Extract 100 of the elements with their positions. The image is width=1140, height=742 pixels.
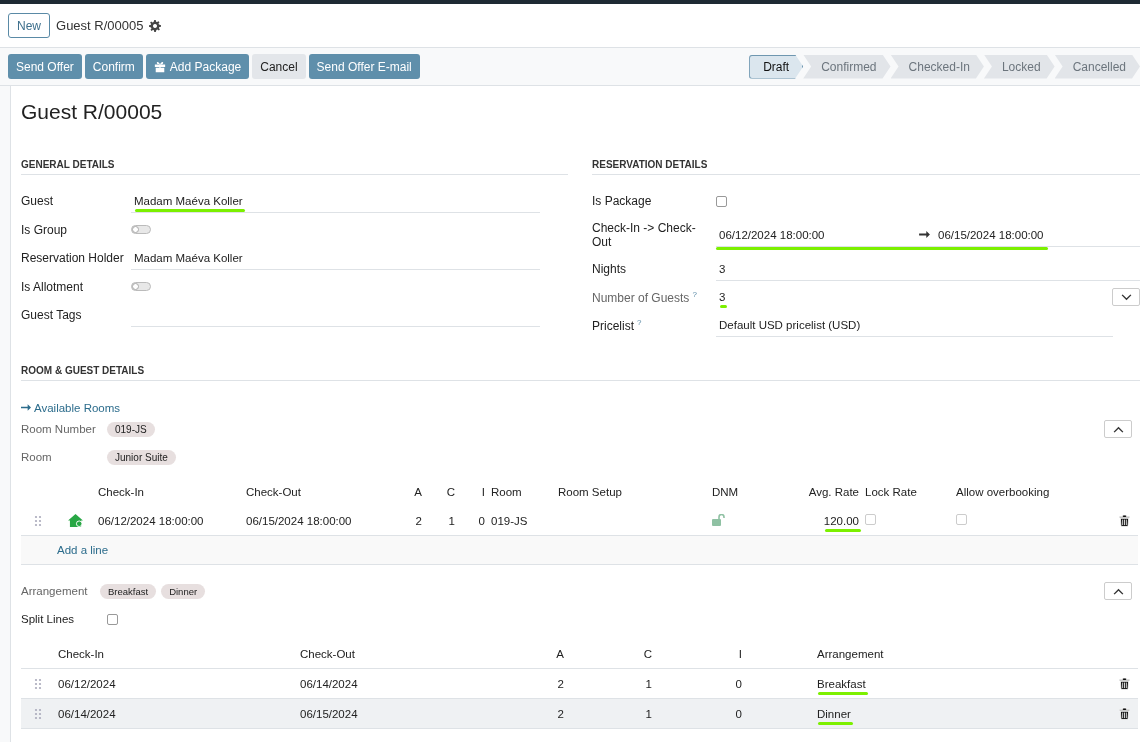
- table-cell-text: 0: [734, 707, 743, 720]
- toggle-switch[interactable]: [131, 225, 151, 235]
- record-title: Guest R/00005: [21, 99, 164, 125]
- table-cell-text: 019-JS: [490, 514, 529, 527]
- status-step[interactable]: Locked: [983, 54, 1055, 79]
- tag: Breakfast: [100, 583, 157, 599]
- gift-icon: [153, 60, 166, 73]
- column-header: Allow overbooking: [955, 485, 1051, 498]
- table-cell: Breakfast: [817, 677, 866, 690]
- column-header: DNM: [711, 485, 740, 498]
- table-cell: 120.00: [823, 514, 859, 527]
- field-label: Is Group: [21, 222, 69, 237]
- table-cell-text: 1: [644, 707, 653, 720]
- field-label: Room: [21, 451, 53, 463]
- table-cell-text: 06/15/2024 18:00:00: [245, 514, 353, 527]
- status-step[interactable]: Draft: [749, 54, 804, 79]
- field-label: Check-In -> Check-Out: [592, 221, 697, 249]
- chevron-up-icon: [1112, 587, 1124, 595]
- tag: Dinner: [161, 583, 206, 599]
- trash-icon[interactable]: [1118, 514, 1130, 527]
- column-header: Check-In: [97, 485, 146, 498]
- table-cell-text: 1: [644, 677, 653, 690]
- field-label: Guest Tags: [21, 308, 83, 323]
- column-header: Room Setup: [557, 485, 623, 498]
- field-label: Guest: [21, 194, 54, 209]
- table-cell-text: 2: [414, 514, 423, 527]
- tag: 019-JS: [107, 421, 155, 437]
- arrow-right-icon: [919, 230, 930, 239]
- field-label: Arrangement: [21, 585, 89, 597]
- text-field[interactable]: Default USD pricelist (USD): [716, 313, 1113, 337]
- checkbox[interactable]: [865, 514, 876, 525]
- column-header: I: [480, 485, 486, 498]
- tag: Junior Suite: [107, 449, 176, 465]
- settings-icon[interactable]: [149, 19, 162, 32]
- action-button[interactable]: Send Offer E-mail: [308, 54, 420, 79]
- checkbox[interactable]: [716, 195, 727, 207]
- column-header: A: [413, 485, 423, 498]
- collapse-button[interactable]: [1104, 420, 1132, 438]
- unlock-icon[interactable]: [712, 513, 726, 526]
- field-label: Split Lines: [21, 613, 76, 625]
- chevron-up-icon: [1112, 425, 1124, 433]
- action-button[interactable]: Cancel: [252, 54, 306, 79]
- action-button[interactable]: Send Offer: [8, 54, 82, 79]
- new-button[interactable]: New: [8, 13, 50, 38]
- column-header: Check-In: [57, 647, 106, 660]
- status-step[interactable]: Cancelled: [1054, 54, 1140, 79]
- section-heading: RESERVATION DETAILS: [592, 159, 1140, 175]
- table-cell-text: 1: [447, 514, 456, 527]
- drag-handle-icon[interactable]: [34, 677, 42, 690]
- status-step[interactable]: Confirmed: [803, 54, 891, 79]
- drag-handle-icon[interactable]: [34, 707, 42, 720]
- table-cell: Dinner: [817, 707, 851, 720]
- column-header: Room: [490, 485, 523, 498]
- field-label: Is Allotment: [21, 279, 85, 294]
- column-header: Check-Out: [299, 647, 356, 660]
- table-cell-text: 2: [556, 707, 565, 720]
- field-label: Room Number: [21, 423, 97, 435]
- table-cell-text: 0: [734, 677, 743, 690]
- toggle-switch[interactable]: [131, 282, 151, 292]
- house-icon: [67, 514, 83, 527]
- checkbox[interactable]: [956, 514, 967, 525]
- field-label: Nights: [592, 262, 627, 276]
- select-field[interactable]: 3: [716, 286, 1104, 308]
- date-field[interactable]: 06/12/2024 18:00:00: [719, 228, 919, 241]
- field-label: Is Package: [592, 194, 653, 208]
- table-cell-text: 0: [477, 514, 486, 527]
- table-cell-text: 06/12/2024: [57, 677, 117, 690]
- status-step[interactable]: Checked-In: [890, 54, 984, 79]
- table-cell-text: 06/14/2024: [299, 677, 359, 690]
- collapse-button[interactable]: [1104, 582, 1132, 600]
- text-field[interactable]: Madam Maéva Koller: [131, 246, 540, 270]
- column-header: Lock Rate: [864, 485, 918, 498]
- table-cell-text: 06/15/2024: [299, 707, 359, 720]
- date-field[interactable]: 06/15/2024 18:00:00: [938, 228, 1044, 241]
- checkbox[interactable]: [107, 613, 118, 625]
- section-heading: ROOM & GUEST DETAILS: [21, 365, 1140, 381]
- field-label: Reservation Holder: [21, 251, 125, 266]
- column-header: Arrangement: [816, 647, 885, 660]
- section-heading: GENERAL DETAILS: [21, 159, 568, 175]
- column-header: C: [445, 485, 456, 498]
- dropdown-button[interactable]: [1112, 288, 1140, 306]
- table-cell-text: 06/14/2024: [57, 707, 117, 720]
- column-header: C: [642, 647, 653, 660]
- text-field[interactable]: Madam Maéva Koller: [131, 189, 540, 213]
- action-button[interactable]: Add Package: [145, 54, 250, 79]
- table-cell-text: 2: [556, 677, 565, 690]
- drag-handle-icon[interactable]: [34, 514, 42, 527]
- trash-icon[interactable]: [1118, 707, 1130, 720]
- column-header: A: [555, 647, 565, 660]
- action-button[interactable]: Confirm: [84, 54, 143, 79]
- column-header: I: [737, 647, 743, 660]
- text-field[interactable]: 3: [716, 257, 1140, 281]
- column-header: Avg. Rate: [807, 485, 860, 498]
- field-label: Number of Guests $^{?}$: [592, 289, 698, 305]
- add-line-link[interactable]: Add a line: [57, 544, 109, 556]
- arrow-right-icon: [21, 403, 31, 412]
- available-rooms-link[interactable]: Available Rooms: [21, 401, 121, 414]
- column-header: Check-Out: [245, 485, 302, 498]
- trash-icon[interactable]: [1118, 677, 1130, 690]
- table-cell-text: 06/12/2024 18:00:00: [97, 514, 205, 527]
